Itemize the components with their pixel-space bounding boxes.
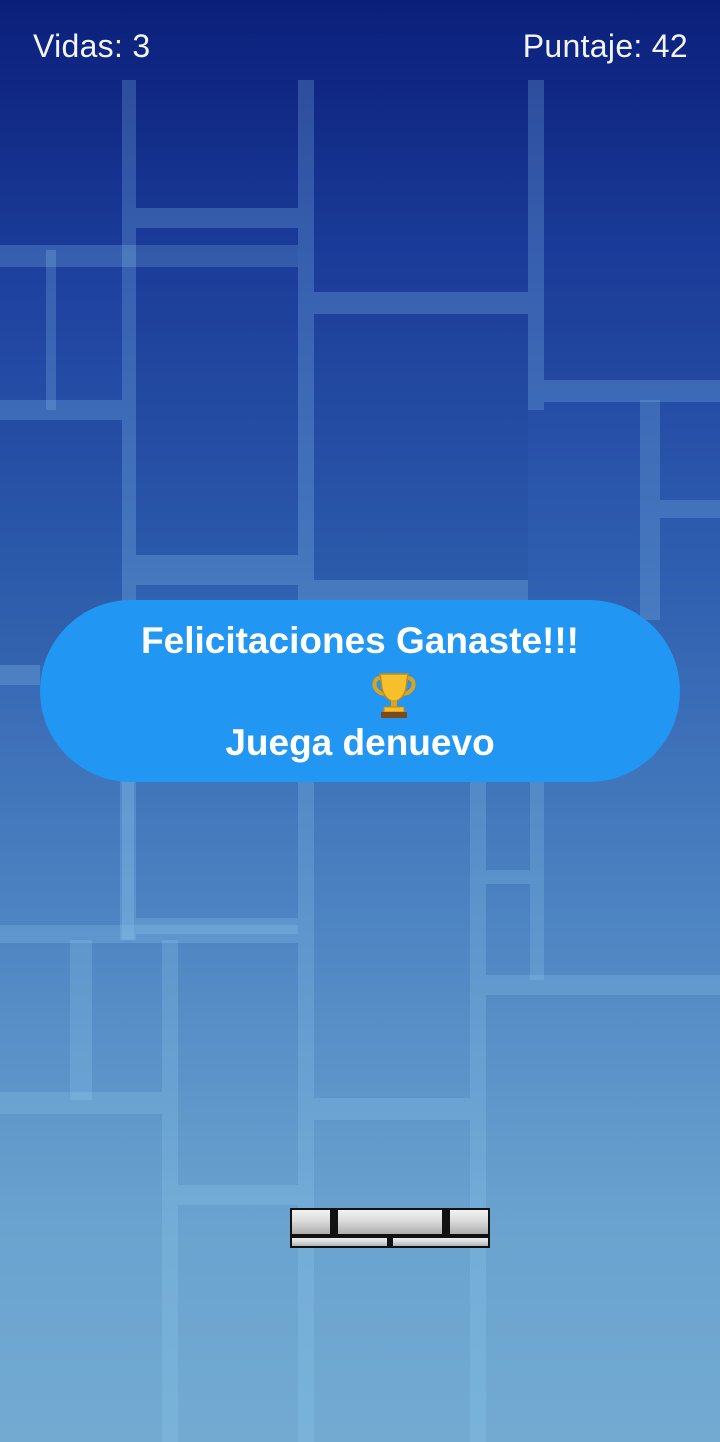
win-message: Felicitaciones Ganaste!!! <box>141 620 579 661</box>
lives-counter: Vidas: 3 <box>33 28 151 64</box>
win-dialog-button[interactable]: Felicitaciones Ganaste!!! Juega denuevo <box>40 600 680 782</box>
score-counter: Puntaje: 42 <box>522 28 688 64</box>
play-again-label: Juega denuevo <box>225 722 495 763</box>
paddle[interactable] <box>290 1208 490 1248</box>
trophy-icon <box>372 673 416 718</box>
game-screen[interactable]: Vidas: 3 Puntaje: 42 Felicitaciones Gana… <box>0 0 720 1442</box>
